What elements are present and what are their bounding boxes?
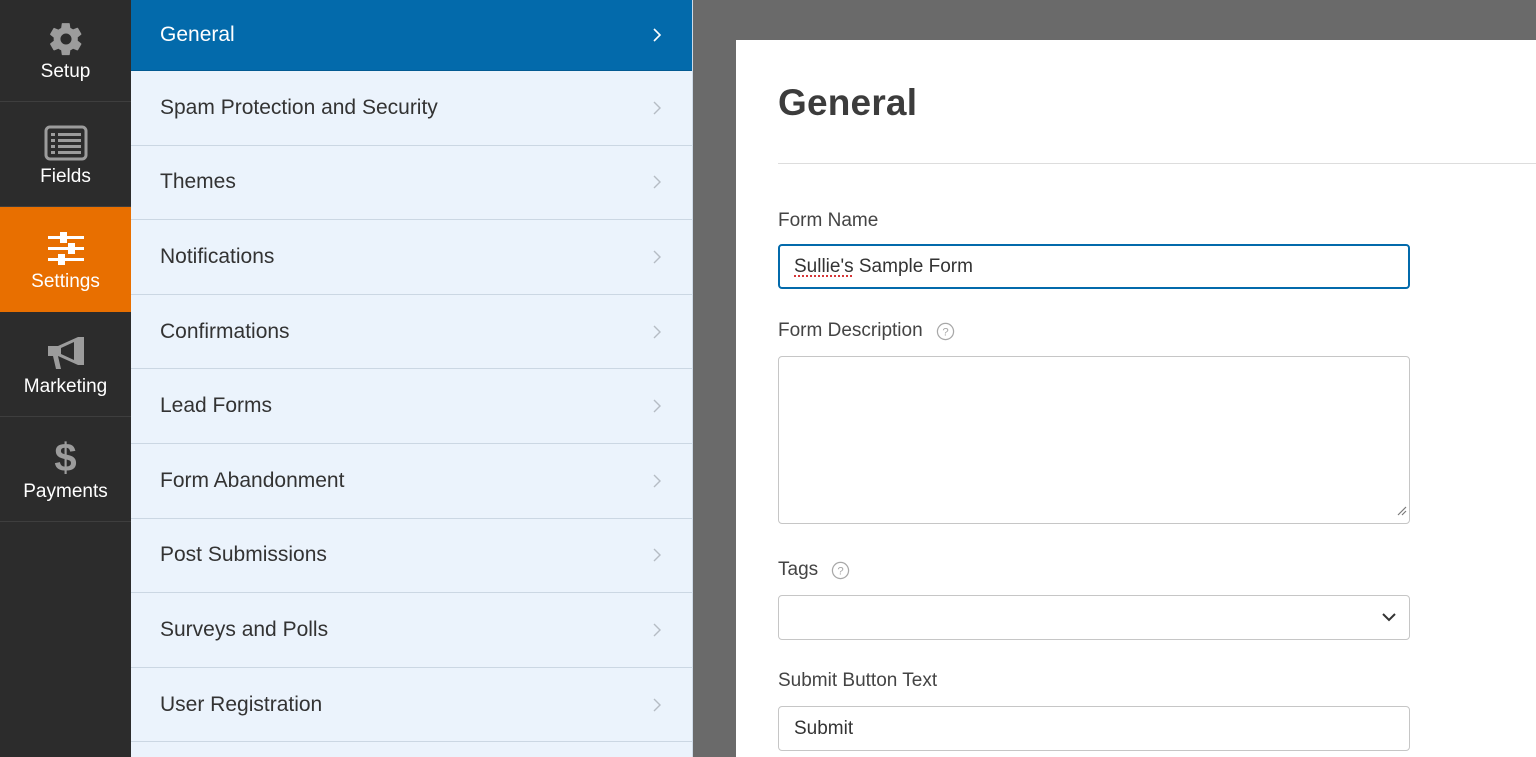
svg-text:?: ?	[837, 565, 843, 577]
chevron-right-icon	[652, 623, 664, 637]
submit-button-text-value: Submit	[794, 717, 854, 739]
divider	[778, 163, 1536, 164]
submenu-item-label: Confirmations	[160, 319, 290, 343]
form-name-value: Sample Form	[853, 255, 973, 277]
submenu-item-notifications[interactable]: Notifications	[131, 220, 692, 295]
sidebar-item-label: Settings	[31, 271, 100, 292]
tags-label: Tags	[778, 559, 819, 580]
submenu-item-label: General	[160, 23, 235, 46]
misspelled-word: Sullie's	[794, 255, 854, 277]
svg-text:?: ?	[942, 326, 948, 338]
submenu-item-general[interactable]: General	[131, 0, 692, 71]
builder-sidebar: Setup Fields Settings Marketing $ Paymen…	[0, 0, 131, 757]
dollar-icon: $	[54, 436, 77, 480]
submenu-item-label: User Registration	[160, 692, 323, 716]
submenu-item-label: Themes	[160, 170, 236, 194]
sidebar-item-payments[interactable]: $ Payments	[0, 417, 131, 522]
chevron-right-icon	[652, 175, 664, 189]
chevron-right-icon	[652, 474, 664, 488]
chevron-right-icon	[652, 28, 664, 42]
sidebar-item-label: Marketing	[23, 376, 108, 397]
chevron-right-icon	[652, 325, 664, 339]
page-title: General	[778, 82, 918, 123]
submenu-item-label: Lead Forms	[160, 394, 273, 418]
settings-panel: General Form Name Sullie's Sample Form F…	[736, 40, 1536, 757]
form-description-label-row: Form Description ?	[778, 320, 955, 342]
chevron-right-icon	[652, 250, 664, 264]
chevron-right-icon	[652, 698, 664, 712]
submenu-item-label: Post Submissions	[160, 543, 327, 567]
form-name-label: Form Name	[778, 210, 879, 231]
submenu-item-user-registration[interactable]: User Registration	[131, 668, 692, 743]
submenu-item-label: Spam Protection and Security	[160, 95, 438, 119]
gear-icon	[47, 19, 85, 59]
chevron-right-icon	[652, 101, 664, 115]
sliders-icon	[46, 227, 86, 269]
submenu-item-label: Notifications	[160, 244, 275, 268]
submenu-item-label: Form Abandonment	[160, 468, 345, 492]
sidebar-item-fields[interactable]: Fields	[0, 102, 131, 207]
resize-grip-icon[interactable]	[1395, 503, 1407, 521]
settings-submenu: General Spam Protection and Security The…	[131, 0, 693, 757]
submit-button-text-label: Submit Button Text	[778, 670, 938, 691]
megaphone-icon	[44, 332, 88, 374]
submenu-item-lead-forms[interactable]: Lead Forms	[131, 369, 692, 444]
sidebar-item-label: Payments	[23, 481, 108, 502]
tags-label-row: Tags ?	[778, 559, 850, 581]
sidebar-item-marketing[interactable]: Marketing	[0, 312, 131, 417]
submenu-item-post-submissions[interactable]: Post Submissions	[131, 519, 692, 594]
list-icon	[44, 122, 88, 164]
submenu-item-spam-protection[interactable]: Spam Protection and Security	[131, 71, 692, 146]
help-icon[interactable]: ?	[936, 322, 955, 341]
form-description-label: Form Description	[778, 320, 923, 341]
submit-button-text-input[interactable]: Submit	[778, 706, 1410, 751]
tags-select[interactable]	[778, 595, 1410, 640]
submenu-item-label: Surveys and Polls	[160, 617, 329, 641]
submenu-item-form-abandonment[interactable]: Form Abandonment	[131, 444, 692, 519]
form-description-textarea[interactable]	[778, 356, 1410, 524]
sidebar-item-label: Fields	[40, 166, 91, 187]
sidebar-item-settings[interactable]: Settings	[0, 207, 131, 312]
chevron-right-icon	[652, 399, 664, 413]
sidebar-item-label: Setup	[40, 60, 91, 82]
chevron-right-icon	[652, 548, 664, 562]
submenu-item-themes[interactable]: Themes	[131, 146, 692, 221]
submenu-item-surveys-and-polls[interactable]: Surveys and Polls	[131, 593, 692, 668]
chevron-down-icon	[1381, 609, 1397, 627]
form-name-input[interactable]: Sullie's Sample Form	[778, 244, 1410, 289]
submenu-item-confirmations[interactable]: Confirmations	[131, 295, 692, 370]
sidebar-item-setup[interactable]: Setup	[0, 0, 131, 102]
help-icon[interactable]: ?	[831, 561, 850, 580]
